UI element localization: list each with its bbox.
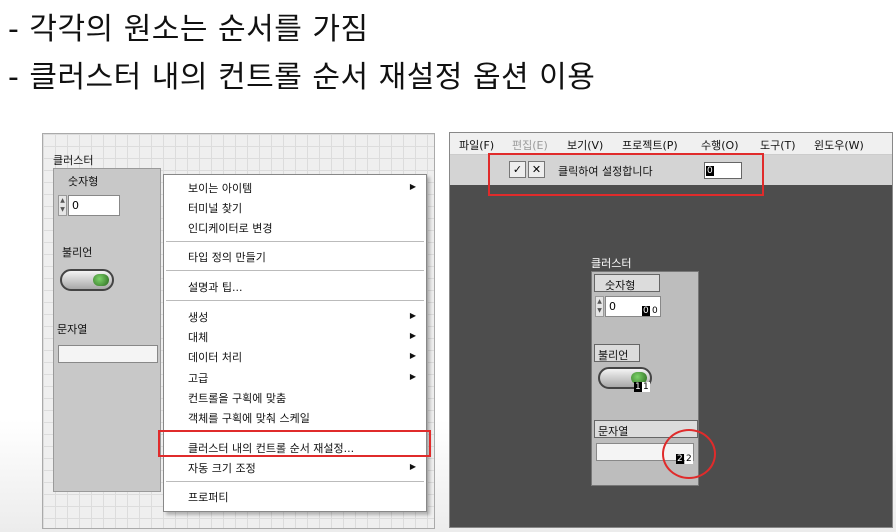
numeric-label: 숫자형 — [68, 175, 99, 188]
submenu-arrow-icon: ▶ — [409, 372, 416, 381]
cluster-label: 클러스터 — [53, 154, 94, 167]
menu-item-visible-items[interactable]: 보이는 아이템 — [188, 180, 252, 196]
menu-item-change-to-indicator[interactable]: 인디케이터로 변경 — [188, 220, 272, 236]
menu-item-advanced[interactable]: 고급 — [188, 370, 208, 386]
led-icon — [93, 274, 109, 286]
menu-file[interactable]: 파일(F) — [459, 137, 494, 153]
menu-window[interactable]: 윈도우(W) — [814, 137, 864, 153]
bullet-2: - 클러스터 내의 컨트롤 순서 재설정 옵션 이용 — [8, 60, 596, 95]
menu-separator — [166, 300, 424, 301]
submenu-arrow-icon: ▶ — [409, 311, 416, 320]
highlight-box-reorder — [158, 430, 431, 457]
slide: - 각각의 원소는 순서를 가짐 - 클러스터 내의 컨트롤 순서 재설정 옵션… — [0, 0, 896, 532]
menu-separator — [166, 270, 424, 271]
numeric-control[interactable]: 0 0 0 — [605, 296, 661, 317]
order-number: 0 — [642, 306, 650, 316]
menu-item-create[interactable]: 생성 — [188, 309, 208, 325]
numeric-control[interactable]: 0 — [68, 195, 120, 216]
submenu-arrow-icon: ▶ — [409, 351, 416, 360]
menu-item-description-tip[interactable]: 설명과 팁... — [188, 279, 242, 295]
menu-item-make-typedef[interactable]: 타입 정의 만들기 — [188, 249, 266, 265]
menu-edit[interactable]: 편집(E) — [512, 137, 548, 153]
menu-item-scale-object[interactable]: 객체를 구획에 맞춰 스케일 — [188, 410, 310, 426]
menu-project[interactable]: 프로젝트(P) — [622, 137, 678, 153]
menu-item-autosize[interactable]: 자동 크기 조정 — [188, 460, 256, 476]
menu-item-properties[interactable]: 프로퍼티 — [188, 489, 228, 505]
menu-item-data-operations[interactable]: 데이터 처리 — [188, 349, 242, 365]
string-label: 문자열 — [57, 323, 88, 336]
boolean-label: 불리언 — [62, 246, 93, 259]
numeric-spinner[interactable]: ▲ ▼ — [595, 296, 604, 317]
context-menu: 보이는 아이템 ▶ 터미널 찾기 인디케이터로 변경 타입 정의 만들기 설명과 … — [163, 174, 427, 512]
menu-item-find-terminal[interactable]: 터미널 찾기 — [188, 200, 242, 216]
submenu-arrow-icon: ▶ — [409, 462, 416, 471]
numeric-label-box: 숫자형 — [594, 274, 660, 292]
submenu-arrow-icon: ▶ — [409, 182, 416, 191]
submenu-arrow-icon: ▶ — [409, 331, 416, 340]
menu-item-fit-control[interactable]: 컨트롤을 구획에 맞춤 — [188, 390, 286, 406]
order-number: 1 — [642, 382, 650, 392]
bullet-1: - 각각의 원소는 순서를 가짐 — [8, 12, 369, 47]
highlight-box-toolbar — [488, 153, 764, 196]
string-control[interactable] — [58, 345, 158, 363]
menu-operate[interactable]: 수행(O) — [701, 137, 738, 153]
highlight-circle — [662, 429, 716, 479]
boolean-control[interactable] — [60, 269, 114, 291]
menu-separator — [166, 481, 424, 482]
reorder-mode-window: 파일(F) 편집(E) 보기(V) 프로젝트(P) 수행(O) 도구(T) 윈도… — [449, 132, 893, 528]
order-number: 1 — [634, 382, 642, 392]
numeric-spinner[interactable]: ▲ ▼ — [58, 195, 67, 216]
menu-item-replace[interactable]: 대체 — [188, 329, 208, 345]
menu-separator — [166, 241, 424, 242]
order-number: 0 — [651, 306, 659, 316]
cluster-container[interactable]: 숫자형 ▲ ▼ 0 불리언 문자열 — [53, 168, 161, 492]
menu-tools[interactable]: 도구(T) — [760, 137, 796, 153]
menubar: 파일(F) 편집(E) 보기(V) 프로젝트(P) 수행(O) 도구(T) 윈도… — [450, 133, 892, 155]
boolean-label-box: 불리언 — [594, 344, 640, 362]
menu-view[interactable]: 보기(V) — [567, 137, 603, 153]
cluster-label: 클러스터 — [591, 257, 632, 270]
